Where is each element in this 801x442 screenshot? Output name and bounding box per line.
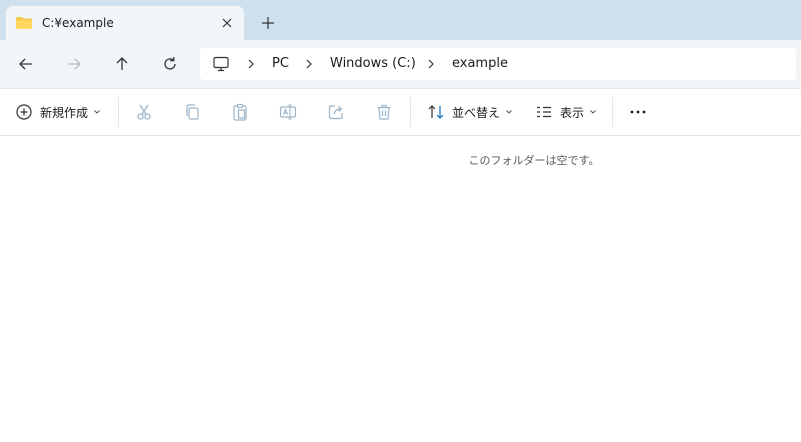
arrow-up-icon[interactable] <box>112 54 132 74</box>
sort-icon <box>428 105 444 119</box>
list-view-icon <box>537 106 551 118</box>
chevron-right-icon <box>306 59 312 69</box>
chevron-right-icon <box>428 59 434 69</box>
view-button[interactable]: 表示 <box>534 102 597 122</box>
folder-icon <box>16 17 32 29</box>
add-circle-icon <box>16 104 32 120</box>
breadcrumb-pc[interactable]: PC <box>272 56 289 71</box>
tab-title: C:¥example <box>42 16 114 30</box>
new-tab-icon[interactable] <box>260 15 276 31</box>
rename-icon <box>279 104 297 120</box>
delete-button[interactable] <box>374 102 394 122</box>
more-button[interactable] <box>628 102 648 122</box>
rename-button[interactable] <box>278 102 298 122</box>
refresh-icon[interactable] <box>160 54 180 74</box>
divider <box>410 97 411 127</box>
new-button-label: 新規作成 <box>40 105 89 120</box>
more-icon <box>630 110 646 114</box>
paste-button[interactable] <box>230 102 250 122</box>
arrow-right-icon[interactable] <box>64 54 84 74</box>
tab-strip: C:¥example <box>0 0 801 40</box>
view-button-label: 表示 <box>560 105 585 120</box>
cut-button[interactable] <box>134 102 154 122</box>
paste-icon <box>233 103 247 121</box>
share-button[interactable] <box>326 102 346 122</box>
empty-folder-message: このフォルダーは空です。 <box>468 154 600 167</box>
chevron-right-icon <box>248 59 254 69</box>
share-icon <box>328 105 343 120</box>
cut-icon <box>137 104 151 120</box>
chevron-down-icon <box>590 110 596 114</box>
divider <box>612 97 613 127</box>
arrow-left-icon[interactable] <box>16 54 36 74</box>
breadcrumb-windows-c[interactable]: Windows (C:) <box>330 56 416 71</box>
delete-icon <box>377 104 391 120</box>
tab-example[interactable]: C:¥example <box>6 6 244 40</box>
sort-button[interactable]: 並べ替え <box>426 102 513 122</box>
divider <box>118 97 119 127</box>
navigation-bar: PC Windows (C:) example <box>0 40 801 89</box>
address-bar[interactable]: PC Windows (C:) example <box>200 48 796 80</box>
file-list-area[interactable]: このフォルダーは空です。 <box>0 136 801 442</box>
copy-button[interactable] <box>182 102 202 122</box>
sort-button-label: 並べ替え <box>452 105 501 120</box>
close-icon[interactable] <box>219 15 235 31</box>
breadcrumb-example[interactable]: example <box>452 56 508 71</box>
chevron-down-icon <box>506 110 512 114</box>
command-bar: 新規作成 並べ替え 表示 <box>0 89 801 136</box>
copy-icon <box>186 104 199 120</box>
computer-icon <box>213 56 229 72</box>
new-button[interactable]: 新規作成 <box>14 102 101 122</box>
chevron-down-icon <box>94 110 100 114</box>
